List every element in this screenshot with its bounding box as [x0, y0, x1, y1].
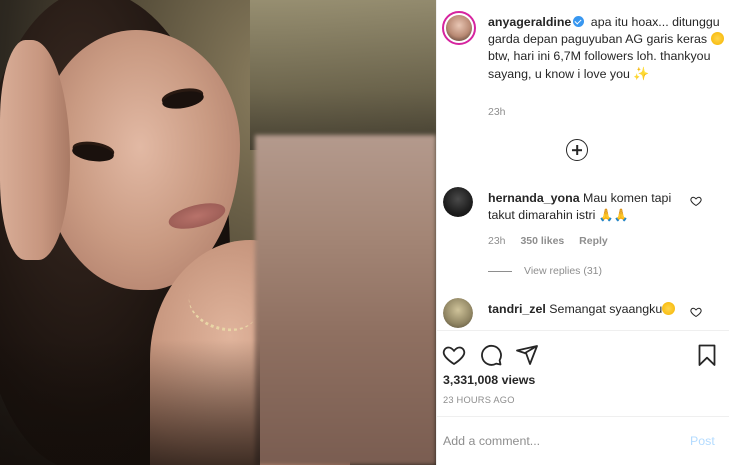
sparkles-icon: ✨: [633, 66, 650, 81]
post-button[interactable]: Post: [690, 434, 715, 448]
comment-text: tandri_zel Semangat syaangku: [488, 301, 688, 318]
comment-like-heart-icon[interactable]: [690, 306, 702, 318]
folded-hands-icon: 🙏🙏: [598, 208, 629, 222]
comment-meta: 23h 350 likes Reply: [488, 235, 620, 247]
view-replies-button[interactable]: View replies (31): [488, 265, 602, 277]
comment-input[interactable]: [443, 431, 673, 451]
caption-text: anyageraldine apa itu hoax... ditunggu g…: [488, 14, 724, 83]
heart-eyes-emoji-icon: [662, 302, 676, 315]
comment-username[interactable]: hernanda_yona: [488, 191, 580, 205]
comment-text: hernanda_yona Mau komen tapi takut dimar…: [488, 190, 688, 224]
load-more-comments-button[interactable]: [566, 139, 588, 161]
author-username[interactable]: anyageraldine: [488, 15, 571, 29]
comment-timestamp[interactable]: 23h: [488, 235, 506, 247]
comment-like-heart-icon[interactable]: [690, 195, 702, 207]
posted-time[interactable]: 23 HOURS AGO: [443, 395, 515, 405]
reply-button[interactable]: Reply: [579, 235, 608, 247]
comment-username[interactable]: tandri_zel: [488, 302, 546, 316]
verified-badge-icon: [573, 16, 585, 27]
bookmark-icon[interactable]: [695, 343, 719, 367]
comment-body: Semangat syaangku: [549, 302, 663, 316]
photo-background: [250, 0, 436, 150]
view-replies-label: View replies (31): [524, 265, 603, 277]
view-count[interactable]: 3,331,008 views: [443, 373, 535, 387]
post-actions: 3,331,008 views 23 HOURS AGO: [437, 330, 729, 408]
paper-plane-icon[interactable]: [515, 343, 539, 367]
post-photo[interactable]: [0, 0, 436, 465]
add-comment-bar: Post: [437, 416, 729, 465]
author-avatar[interactable]: [442, 11, 476, 45]
smiling-face-with-hearts-icon: [710, 32, 724, 45]
commenter-avatar[interactable]: [443, 298, 473, 328]
post-side-panel: anyageraldine apa itu hoax... ditunggu g…: [436, 0, 729, 465]
comment-icon[interactable]: [479, 343, 503, 367]
blurred-region: [255, 135, 436, 465]
commenter-avatar[interactable]: [443, 187, 473, 217]
heart-icon[interactable]: [442, 343, 466, 367]
photo-shadow: [0, 340, 260, 465]
comment-likes[interactable]: 350 likes: [520, 235, 564, 247]
caption-timestamp[interactable]: 23h: [488, 106, 506, 118]
caption-body-part2: btw, hari ini 6,7M followers loh. thanky…: [488, 49, 711, 81]
replies-divider: [488, 270, 512, 272]
